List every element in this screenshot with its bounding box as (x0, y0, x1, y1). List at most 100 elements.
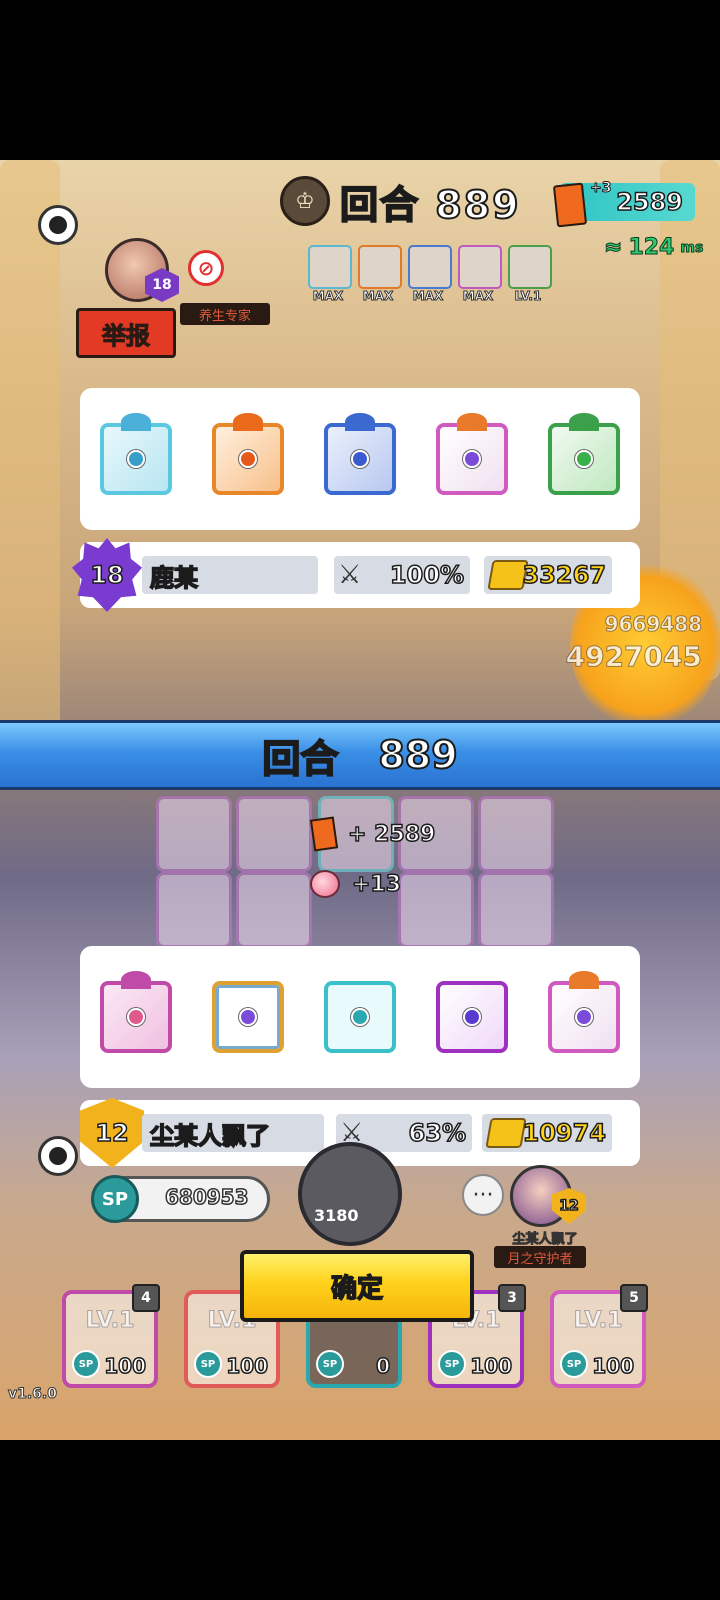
round-label: 回合 889 (339, 182, 521, 228)
deck-count: 4 (132, 1284, 160, 1312)
version-label: v1.6.0 (8, 1386, 58, 1403)
opponent-winrate: 100% (389, 560, 465, 590)
player-trophy-field: 10974 (482, 1114, 612, 1152)
opponent-dice-row (80, 413, 640, 495)
card-icon (309, 816, 339, 852)
deck-cost: 100 (592, 1353, 635, 1379)
purple-arrow-dice-icon (436, 981, 508, 1053)
swords-icon: ⚔ (338, 560, 362, 590)
wifi-icon: ≈ (603, 235, 623, 261)
sp-counter: SP 680953 (91, 1175, 270, 1223)
deck-count: 5 (620, 1284, 648, 1312)
board-tile (156, 872, 232, 948)
cards-value: 2589 (615, 187, 683, 217)
opponent-trophies: 33267 (522, 560, 607, 590)
ping-indicator: ≈ 124 ms (603, 235, 704, 261)
ping-value: 124 (628, 235, 675, 261)
board-tile (236, 872, 312, 948)
deck-slot-1[interactable]: LV.1 4 SP 100 (62, 1284, 160, 1388)
wind-dice-icon (324, 413, 396, 495)
board-tile (478, 796, 554, 872)
bottom-opponent-name: 尘某人飘了 (512, 1232, 578, 1248)
eye-icon[interactable] (38, 1136, 78, 1176)
poison-dice-icon (548, 413, 620, 495)
deck-cost: 0 (375, 1353, 390, 1379)
deck-slot-5[interactable]: LV.1 5 SP 100 (550, 1284, 648, 1388)
opponent-level: 12 (558, 1197, 579, 1215)
small-dice-level-4: MAX (462, 289, 494, 304)
deck-cost: 100 (104, 1353, 147, 1379)
more-label: ··· (472, 1182, 494, 1208)
small-dice-3 (408, 245, 452, 289)
report-label: 举报 (102, 321, 151, 350)
infinity-dice-icon (548, 971, 620, 1053)
reward-cards: + 2589 (309, 816, 436, 852)
player-level: 18 (152, 277, 172, 293)
eye-icon[interactable] (38, 205, 78, 245)
sp-label: SP (101, 1188, 129, 1210)
peach-icon (310, 870, 340, 898)
ice-dice-icon (100, 413, 172, 495)
more-button[interactable]: ··· (462, 1174, 504, 1216)
deck-cost: 100 (470, 1353, 513, 1379)
small-dice-level-3: MAX (412, 289, 444, 304)
rainbow-dice-icon (212, 981, 284, 1053)
board-tile (156, 796, 232, 872)
bg-score-1: 9669488 (604, 612, 702, 637)
small-dice-5 (508, 245, 552, 289)
player-title: 养生专家 (180, 303, 270, 325)
cards-plus: +3 (589, 180, 612, 197)
opponent-winrate-field: ⚔ 100% (334, 556, 470, 594)
sp-icon: SP (560, 1350, 588, 1378)
sp-icon: SP (316, 1350, 344, 1378)
small-dice-level-5: LV.1 (514, 289, 542, 304)
opponent-rank: 18 (90, 560, 125, 590)
top-round: ♔ 回合 889 (280, 176, 521, 228)
bg-score-2: 4927045 (565, 640, 702, 674)
lion-icon: ♔ (280, 176, 330, 226)
player-name: 尘某人飘了 (149, 1121, 271, 1151)
bg-pillar-left (0, 160, 60, 760)
reward-peaches-value: +13 (351, 871, 402, 898)
confirm-label: 确定 (330, 1273, 384, 1305)
sword-dice-icon (100, 971, 172, 1053)
deck-cost: 100 (226, 1353, 269, 1379)
sp-icon: SP (91, 1175, 139, 1223)
infinity-dice-icon (436, 413, 508, 495)
board-tile (398, 872, 474, 948)
board-tile (236, 796, 312, 872)
player-trophies: 10974 (522, 1118, 607, 1148)
reward-peaches: +13 (310, 870, 402, 898)
reward-cards-value: + 2589 (347, 821, 436, 848)
player-dice-row (80, 971, 640, 1053)
opponent-name-field: 鹿某 (142, 556, 318, 594)
small-dice-2 (358, 245, 402, 289)
deck-count: 3 (498, 1284, 526, 1312)
ping-unit: ms (680, 239, 704, 256)
bottom-opponent-title: 月之守护者 (494, 1246, 586, 1268)
trophy-icon (485, 1118, 527, 1148)
player-name-field: 尘某人飘了 (142, 1114, 324, 1152)
card-icon (552, 182, 588, 228)
banner-label: 回合 (261, 736, 339, 782)
block-button[interactable]: ⊘ (188, 250, 224, 286)
small-dice-1 (308, 245, 352, 289)
player-winrate: 63% (408, 1118, 467, 1148)
teal-plus-dice-icon (324, 981, 396, 1053)
sp-icon: SP (194, 1350, 222, 1378)
board-tile (478, 872, 554, 948)
fire-dice-icon (212, 413, 284, 495)
sp-icon: SP (72, 1350, 100, 1378)
sp-value: 680953 (164, 1184, 249, 1210)
banner-number: 889 (377, 732, 458, 778)
summon-button[interactable]: 3180 (298, 1142, 402, 1246)
opponent-name: 鹿某 (149, 563, 199, 593)
sp-icon: SP (438, 1350, 466, 1378)
small-dice-4 (458, 245, 502, 289)
confirm-button[interactable]: 确定 (240, 1250, 474, 1322)
opponent-trophy-field: 33267 (484, 556, 612, 594)
round-banner: 回合 889 (0, 720, 720, 790)
summon-cost: 3180 (314, 1206, 359, 1225)
report-button[interactable]: 举报 (76, 308, 176, 358)
small-dice-level-1: MAX (312, 289, 344, 304)
